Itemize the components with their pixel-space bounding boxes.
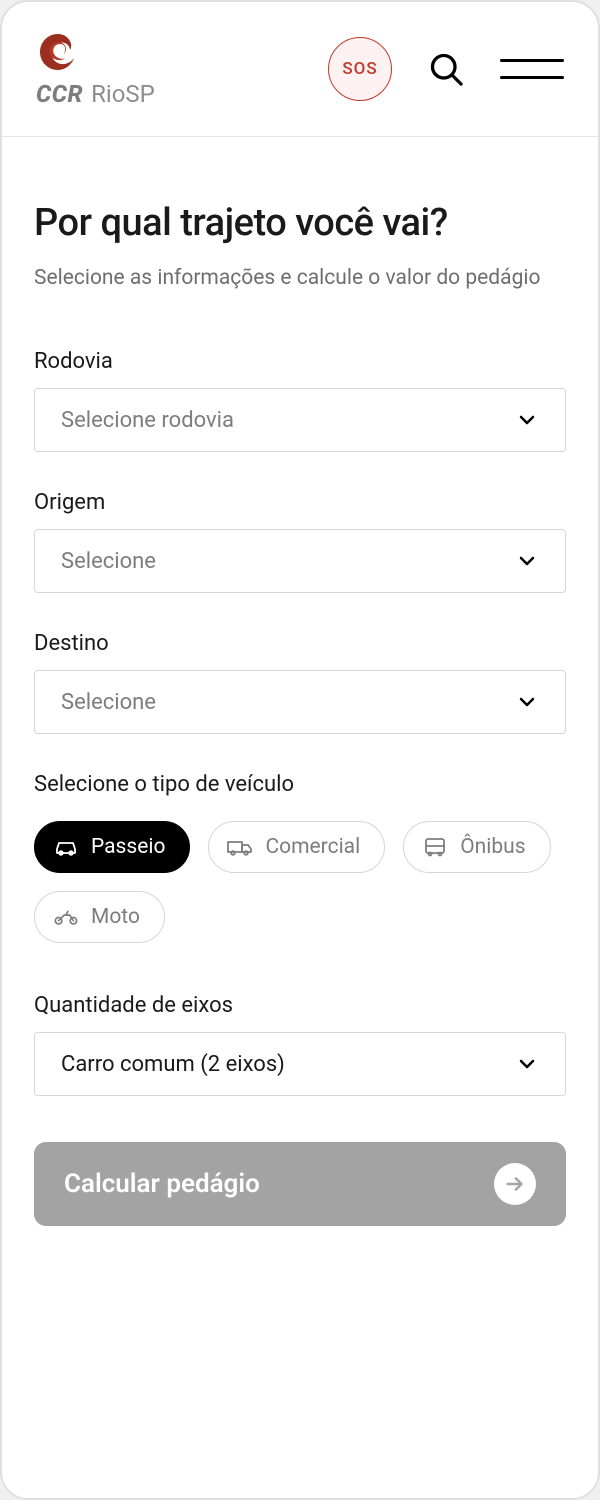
header-actions: SOS [328,37,564,101]
chevron-down-icon [515,408,539,432]
chip-moto[interactable]: Moto [34,891,165,943]
origem-placeholder: Selecione [61,549,156,574]
search-button[interactable] [426,49,466,89]
eixos-select[interactable]: Carro comum (2 eixos) [34,1032,566,1096]
origem-label: Origem [34,490,566,515]
sos-label: SOS [342,59,377,79]
sos-button[interactable]: SOS [328,37,392,101]
hamburger-icon [500,59,564,62]
truck-icon [227,837,253,857]
menu-button[interactable] [500,49,564,89]
destino-select[interactable]: Selecione [34,670,566,734]
chevron-down-icon [515,549,539,573]
rodovia-placeholder: Selecione rodovia [61,408,234,433]
moto-icon [53,907,79,927]
origem-select[interactable]: Selecione [34,529,566,593]
page-subtitle: Selecione as informações e calcule o val… [34,263,566,293]
destino-placeholder: Selecione [61,690,156,715]
chip-comercial[interactable]: Comercial [208,821,385,873]
bus-icon [422,837,448,857]
chip-label: Moto [91,905,140,929]
rodovia-select[interactable]: Selecione rodovia [34,388,566,452]
search-icon [428,51,464,87]
app-header: CCR RioSP SOS [2,2,598,137]
chip-label: Passeio [91,835,165,859]
calculate-button[interactable]: Calcular pedágio [34,1142,566,1226]
destino-label: Destino [34,631,566,656]
rodovia-label: Rodovia [34,349,566,374]
page-title: Por qual trajeto você vai? [34,201,566,245]
chip-label: Comercial [265,835,360,859]
brand-text: CCR RioSP [36,80,155,108]
chip-onibus[interactable]: Ônibus [403,821,550,873]
chevron-down-icon [515,690,539,714]
eixos-label: Quantidade de eixos [34,993,566,1018]
car-icon [53,837,79,857]
brand-sub: RioSP [91,80,155,108]
logo-icon [36,30,80,74]
chip-label: Ônibus [460,835,525,859]
main-content: Por qual trajeto você vai? Selecione as … [2,137,598,1498]
arrow-right-icon [494,1163,536,1205]
cta-label: Calcular pedágio [64,1169,260,1199]
veiculo-label: Selecione o tipo de veículo [34,772,566,797]
brand-main: CCR [36,80,83,108]
eixos-value: Carro comum (2 eixos) [61,1052,285,1077]
brand-logo[interactable]: CCR RioSP [36,30,155,108]
chevron-down-icon [515,1052,539,1076]
vehicle-chips: Passeio Comercial [34,821,566,943]
chip-passeio[interactable]: Passeio [34,821,190,873]
